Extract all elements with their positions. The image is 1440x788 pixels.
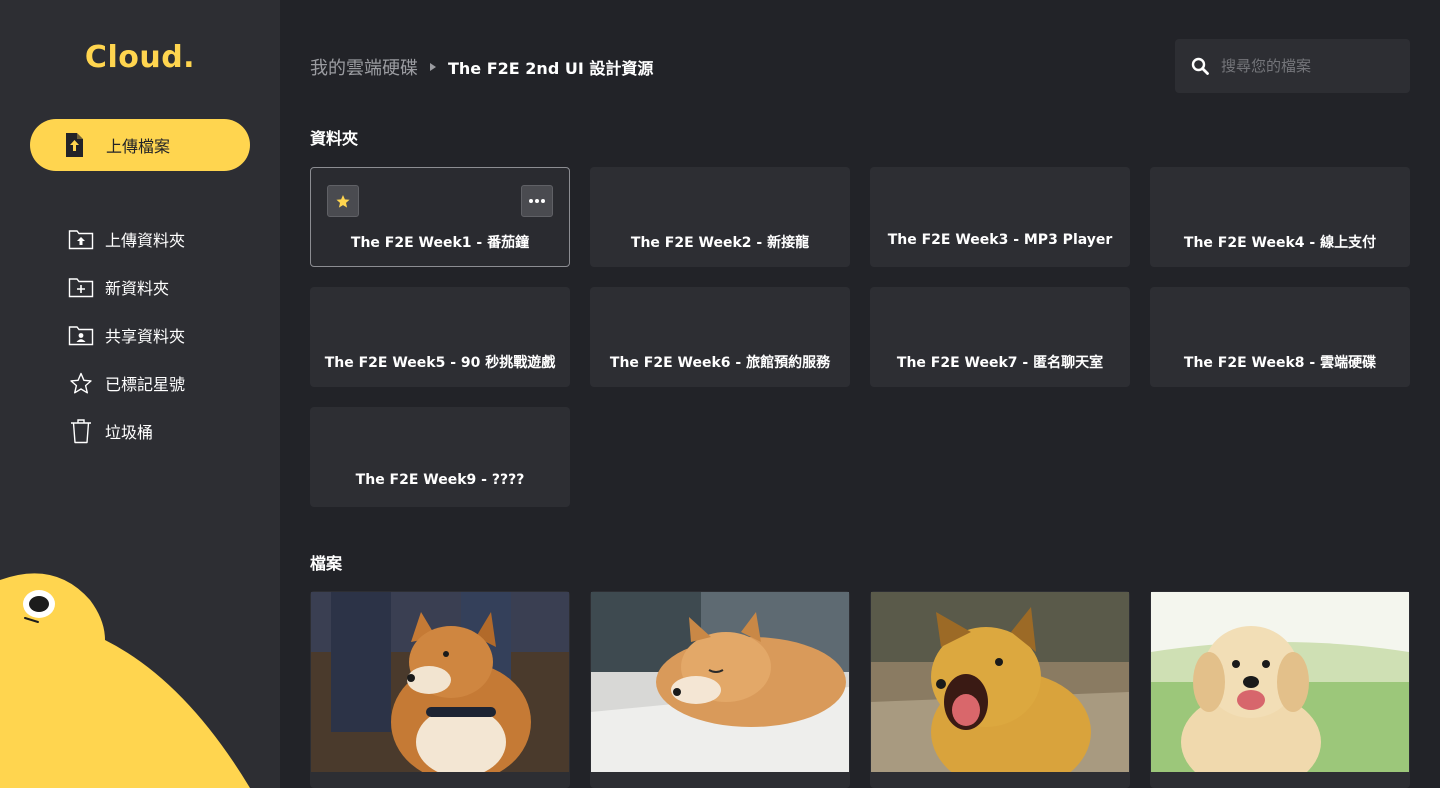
- chick-mascot-illustration: [0, 573, 250, 788]
- file-card[interactable]: [870, 591, 1130, 788]
- sidebar-item-label: 已標記星號: [105, 375, 186, 394]
- folder-card[interactable]: The F2E Week9 - ????: [310, 407, 570, 507]
- folder-card[interactable]: The F2E Week3 - MP3 Player: [870, 167, 1130, 267]
- sidebar-item-new-folder[interactable]: 新資料夾: [68, 263, 185, 311]
- file-card[interactable]: [1150, 591, 1410, 788]
- sidebar-item-label: 新資料夾: [105, 279, 170, 298]
- folder-name: The F2E Week4 - 線上支付: [1183, 235, 1377, 251]
- file-grid: [310, 591, 1410, 788]
- star-outline-icon: [68, 370, 94, 396]
- folder-shared-icon: [68, 322, 94, 348]
- folder-name: The F2E Week1 - 番茄鐘: [350, 235, 530, 251]
- upload-file-label: 上傳檔案: [106, 137, 171, 156]
- upload-file-button[interactable]: 上傳檔案: [30, 119, 250, 171]
- folder-card[interactable]: The F2E Week2 - 新接龍: [590, 167, 850, 267]
- files-section-title: 檔案: [310, 554, 343, 573]
- search-icon: [1191, 57, 1209, 75]
- folder-name: The F2E Week3 - MP3 Player: [887, 232, 1113, 248]
- sidebar-item-trash[interactable]: 垃圾桶: [68, 407, 185, 455]
- caret-right-icon: [430, 63, 436, 71]
- sidebar-item-upload-folder[interactable]: 上傳資料夾: [68, 215, 185, 263]
- sidebar-item-starred[interactable]: 已標記星號: [68, 359, 185, 407]
- folder-name: The F2E Week2 - 新接龍: [630, 235, 810, 251]
- folder-card[interactable]: The F2E Week8 - 雲端硬碟: [1150, 287, 1410, 387]
- search-input[interactable]: [1221, 57, 1401, 75]
- folders-section-title: 資料夾: [310, 129, 359, 148]
- sidebar-item-label: 共享資料夾: [105, 327, 186, 346]
- folder-name: The F2E Week8 - 雲端硬碟: [1183, 355, 1377, 371]
- folder-card[interactable]: The F2E Week7 - 匿名聊天室: [870, 287, 1130, 387]
- more-horizontal-icon: [529, 199, 545, 203]
- star-button[interactable]: [327, 185, 359, 217]
- sidebar-nav: 上傳資料夾 新資料夾 共享資料夾 已標記星號 垃圾桶: [68, 215, 185, 455]
- folder-card[interactable]: The F2E Week5 - 90 秒挑戰遊戲: [310, 287, 570, 387]
- file-card[interactable]: [310, 591, 570, 788]
- sleeping-shiba-photo: [591, 592, 849, 772]
- folder-name: The F2E Week6 - 旅館預約服務: [609, 355, 831, 371]
- sidebar-item-label: 垃圾桶: [105, 423, 154, 442]
- breadcrumb: 我的雲端硬碟 The F2E 2nd UI 設計資源: [310, 52, 653, 82]
- sidebar-item-shared-folder[interactable]: 共享資料夾: [68, 311, 185, 359]
- folder-name: The F2E Week7 - 匿名聊天室: [896, 355, 1104, 371]
- app-logo[interactable]: Cloud.: [0, 40, 280, 75]
- breadcrumb-current: The F2E 2nd UI 設計資源: [448, 59, 654, 78]
- sidebar: Cloud. 上傳檔案 上傳資料夾 新資料夾 共享資料夾 已標記星號 垃圾桶: [0, 0, 280, 788]
- folder-add-icon: [68, 274, 94, 300]
- folder-card[interactable]: The F2E Week6 - 旅館預約服務: [590, 287, 850, 387]
- breadcrumb-root-link[interactable]: 我的雲端硬碟: [310, 54, 418, 80]
- golden-retriever-photo: [1151, 592, 1409, 772]
- file-upload-icon: [66, 133, 83, 157]
- trash-icon: [68, 418, 94, 444]
- folder-card[interactable]: The F2E Week4 - 線上支付: [1150, 167, 1410, 267]
- more-options-button[interactable]: [521, 185, 553, 217]
- folder-grid: The F2E Week1 - 番茄鐘 The F2E Week2 - 新接龍 …: [310, 167, 1410, 507]
- folder-card[interactable]: The F2E Week1 - 番茄鐘: [310, 167, 570, 267]
- search-box: [1175, 39, 1410, 93]
- folder-name: The F2E Week5 - 90 秒挑戰遊戲: [324, 355, 556, 371]
- star-filled-icon: [336, 194, 350, 208]
- shiba-inu-photo: [311, 592, 569, 772]
- folder-name: The F2E Week9 - ????: [355, 472, 525, 488]
- yawning-dog-photo: [871, 592, 1129, 772]
- folder-upload-icon: [68, 226, 94, 252]
- sidebar-item-label: 上傳資料夾: [105, 231, 186, 250]
- file-card[interactable]: [590, 591, 850, 788]
